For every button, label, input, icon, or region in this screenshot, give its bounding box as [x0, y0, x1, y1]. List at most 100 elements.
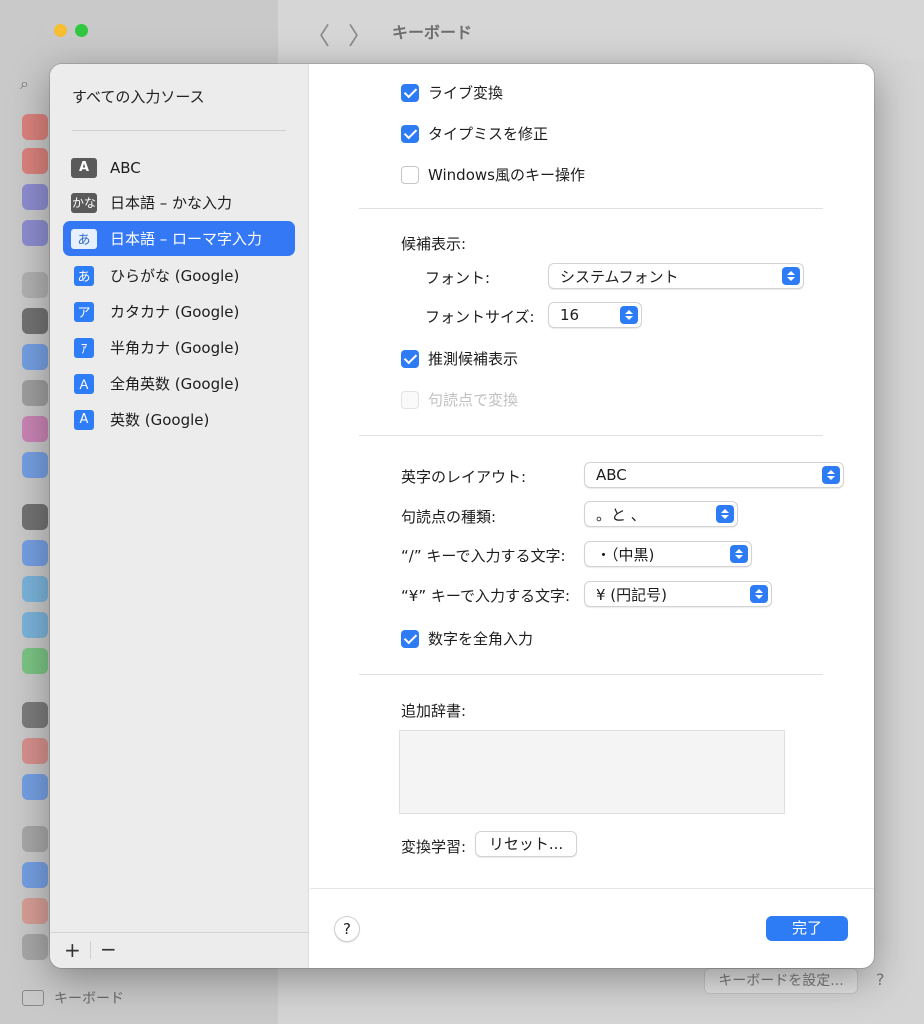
source-item-hiragana-google[interactable]: あ ひらがな (Google): [63, 258, 295, 293]
minimize-window-button[interactable]: [54, 24, 67, 37]
font-size-value: 16: [560, 306, 580, 324]
wallet-icon[interactable]: [22, 934, 48, 960]
close-window-button[interactable]: [33, 24, 46, 37]
source-label: 英数 (Google): [110, 411, 210, 429]
source-item-halfwidth-kana-google[interactable]: ｱ 半角カナ (Google): [63, 330, 295, 365]
background-help-button[interactable]: ?: [876, 970, 885, 989]
predictive-checkbox[interactable]: 推測候補表示: [401, 348, 518, 369]
source-item-kana[interactable]: かな 日本語 – かな入力: [63, 185, 295, 220]
touch-id-icon[interactable]: [22, 738, 48, 764]
source-label: ひらがな (Google): [110, 267, 240, 285]
reset-learning-button[interactable]: リセット...: [475, 831, 577, 857]
done-button[interactable]: 完了: [766, 916, 848, 941]
back-arrow-icon[interactable]: 〈: [306, 16, 330, 51]
source-label: 日本語 – かな入力: [110, 194, 233, 212]
checkbox-box[interactable]: [401, 165, 419, 184]
add-source-button[interactable]: +: [64, 938, 81, 962]
checkbox-label: ライブ変換: [428, 84, 504, 102]
hiragana-icon: あ: [74, 265, 94, 286]
checkbox-box[interactable]: [401, 124, 419, 143]
source-item-alphanumeric-google[interactable]: A 英数 (Google): [63, 402, 295, 437]
font-size-popup[interactable]: 16: [548, 302, 642, 328]
control-center-icon[interactable]: [22, 380, 48, 406]
hiragana-icon: あ: [71, 228, 97, 249]
checkbox-box[interactable]: [401, 349, 419, 368]
wallpaper-icon[interactable]: [22, 576, 48, 602]
displays-icon[interactable]: [22, 540, 48, 566]
siri-icon[interactable]: [22, 416, 48, 442]
slash-key-popup[interactable]: ・（中黒): [584, 541, 752, 567]
forward-arrow-icon[interactable]: 〉: [348, 16, 372, 51]
punctuation-convert-checkbox: 句読点で変換: [401, 389, 518, 410]
background-titlebar: [278, 0, 924, 60]
layout-popup[interactable]: ABC: [584, 462, 844, 488]
source-item-romaji[interactable]: あ 日本語 – ローマ字入力: [63, 221, 295, 256]
sidebar-item-keyboard[interactable]: キーボード: [54, 988, 124, 1008]
fullwidth-alpha-icon: Ａ: [74, 373, 94, 394]
source-item-fullwidth-alpha-google[interactable]: Ａ 全角英数 (Google): [63, 366, 295, 401]
candidates-heading: 候補表示:: [401, 235, 467, 253]
keyboard-icon: [22, 990, 44, 1006]
screen-saver-icon[interactable]: [22, 612, 48, 638]
zoom-window-button[interactable]: [75, 24, 88, 37]
source-item-katakana-google[interactable]: ア カタカナ (Google): [63, 294, 295, 329]
search-icon[interactable]: ⌕: [20, 74, 29, 94]
font-value: システムフォント: [560, 267, 679, 286]
checkbox-label: 句読点で変換: [428, 391, 519, 409]
window-title: キーボード: [392, 23, 473, 42]
layout-value: ABC: [596, 466, 627, 484]
checkbox-label: 推測候補表示: [428, 350, 519, 368]
battery-icon[interactable]: [22, 648, 48, 674]
desktop-dock-icon[interactable]: [22, 504, 48, 530]
divider: [359, 435, 823, 436]
chevron-updown-icon: [620, 306, 638, 324]
yen-key-popup[interactable]: ¥ (円記号): [584, 581, 772, 607]
chevron-updown-icon: [730, 545, 748, 563]
kana-icon: かな: [71, 192, 97, 213]
live-conversion-checkbox[interactable]: ライブ変換: [401, 82, 503, 103]
focus-icon[interactable]: [22, 184, 48, 210]
remove-source-button[interactable]: −: [100, 937, 117, 961]
halfwidth-katakana-icon: ｱ: [74, 337, 94, 358]
privacy-hand-icon[interactable]: [22, 452, 48, 478]
checkbox-box[interactable]: [401, 83, 419, 102]
users-groups-icon[interactable]: [22, 774, 48, 800]
source-item-abc[interactable]: A ABC: [63, 150, 295, 185]
yen-key-label: “¥” キーで入力する文字:: [401, 587, 571, 605]
sound-icon[interactable]: [22, 148, 48, 174]
windows-keys-checkbox[interactable]: Windows風のキー操作: [401, 164, 585, 185]
notifications-icon[interactable]: [22, 114, 48, 140]
source-options-pane: ライブ変換 タイプミスを修正 Windows風のキー操作 候補表示: フォント:…: [310, 64, 874, 968]
font-size-label: フォントサイズ:: [425, 308, 535, 326]
lock-screen-icon[interactable]: [22, 702, 48, 728]
font-popup[interactable]: システムフォント: [548, 263, 804, 289]
divider: [359, 208, 823, 209]
general-icon[interactable]: [22, 272, 48, 298]
katakana-icon: ア: [74, 301, 94, 322]
chevron-updown-icon: [782, 267, 800, 285]
typo-correction-checkbox[interactable]: タイプミスを修正: [401, 123, 548, 144]
passwords-icon[interactable]: [22, 826, 48, 852]
checkbox-label: 数字を全角入力: [428, 630, 534, 648]
source-label: 全角英数 (Google): [110, 375, 240, 393]
punct-type-label: 句読点の種類:: [401, 508, 497, 526]
fullwidth-numbers-checkbox[interactable]: 数字を全角入力: [401, 628, 533, 649]
slash-key-label: “/” キーで入力する文字:: [401, 547, 566, 565]
sidebar-toolbar: + −: [50, 932, 309, 968]
source-label: カタカナ (Google): [110, 303, 240, 321]
alphanumeric-icon: A: [74, 409, 94, 430]
punct-type-popup[interactable]: 。と 、: [584, 501, 738, 527]
source-label: 日本語 – ローマ字入力: [110, 230, 263, 248]
dictionary-list[interactable]: [399, 730, 785, 814]
accessibility-icon[interactable]: [22, 344, 48, 370]
game-center-icon[interactable]: [22, 898, 48, 924]
screen-time-icon[interactable]: [22, 220, 48, 246]
divider: [72, 130, 286, 131]
appearance-icon[interactable]: [22, 308, 48, 334]
dictionary-label: 追加辞書:: [401, 702, 467, 720]
help-button[interactable]: ?: [334, 916, 360, 942]
internet-accounts-icon[interactable]: [22, 862, 48, 888]
yen-key-value: ¥ (円記号): [596, 585, 668, 604]
setup-keyboard-button[interactable]: キーボードを設定...: [704, 968, 858, 994]
checkbox-box[interactable]: [401, 629, 419, 648]
